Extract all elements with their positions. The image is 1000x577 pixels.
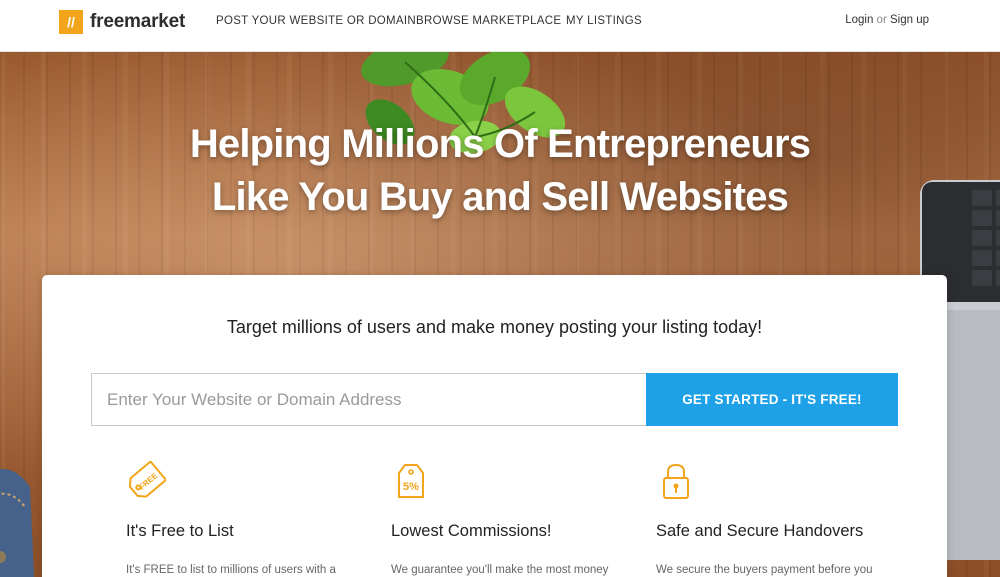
- padlock-icon: [663, 463, 689, 499]
- hero-title: Helping Millions Of Entrepreneurs Like Y…: [0, 118, 1000, 224]
- auth-separator: or: [876, 14, 887, 26]
- feature-title: It's Free to List: [126, 522, 234, 540]
- percent-tag-text: 5%: [403, 481, 419, 493]
- hero-title-line-1: Helping Millions Of Entrepreneurs: [189, 122, 811, 166]
- feature-title: Safe and Secure Handovers: [656, 522, 864, 540]
- feature-safe-handovers: Safe and Secure Handovers We secure the …: [656, 461, 896, 577]
- feature-description: We secure the buyers payment before you: [656, 564, 873, 576]
- feature-description: It's FREE to list to millions of users w…: [126, 564, 336, 576]
- percent-tag-icon: 5%: [398, 464, 424, 498]
- nav-my-listings[interactable]: MY LISTINGS: [566, 15, 642, 27]
- hero-title-line-2: Like You Buy and Sell Websites: [211, 175, 789, 219]
- card-heading: Target millions of users and make money …: [226, 317, 763, 337]
- auth-links: Login or Sign up: [845, 14, 929, 26]
- nav-browse-marketplace[interactable]: BROWSE MARKETPLACE: [416, 15, 561, 27]
- feature-title: Lowest Commissions!: [391, 522, 552, 540]
- denim-image: [0, 469, 35, 577]
- feature-description: We guarantee you'll make the most money: [391, 564, 609, 576]
- nav-post-website[interactable]: POST YOUR WEBSITE OR DOMAIN: [216, 15, 416, 27]
- freemarket-logo[interactable]: // freemarket: [59, 9, 185, 35]
- feature-lowest-commissions: 5% Lowest Commissions! We guarantee you'…: [391, 461, 631, 577]
- login-link[interactable]: Login: [845, 14, 873, 26]
- listing-card: Target millions of users and make money …: [42, 275, 947, 577]
- get-started-button[interactable]: GET STARTED - IT'S FREE!: [646, 373, 898, 426]
- logo-mark: //: [59, 10, 83, 34]
- top-navbar: // freemarket POST YOUR WEBSITE OR DOMAI…: [0, 0, 1000, 52]
- website-domain-input[interactable]: [91, 373, 647, 426]
- signup-link[interactable]: Sign up: [890, 14, 929, 26]
- free-tag-icon: FREE: [128, 461, 166, 498]
- logo-text: freemarket: [90, 11, 186, 32]
- feature-free-to-list: FREE It's Free to List It's FREE to list…: [126, 461, 366, 577]
